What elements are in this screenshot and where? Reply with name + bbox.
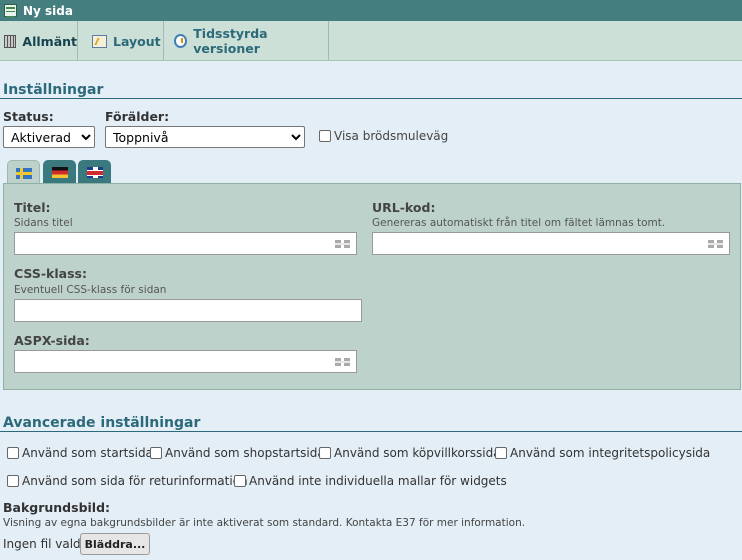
aspx-label: ASPX-sida: <box>14 333 90 348</box>
title-help: Sidans titel <box>14 217 73 229</box>
window-title: Ny sida <box>23 3 73 18</box>
checkbox-label: Använd som integritetspolicysida <box>510 446 711 460</box>
advanced-heading: Avancerade inställningar <box>3 415 201 431</box>
checkbox-label: Använd som köpvillkorssida <box>334 446 501 460</box>
page-icon <box>4 4 17 17</box>
tab-label: Allmänt <box>22 33 77 49</box>
startpage-checkbox[interactable]: Använd som startsida <box>7 446 153 460</box>
title-input[interactable] <box>14 232 357 255</box>
checkbox-label: Visa brödsmuleväg <box>334 129 449 143</box>
checkbox-box[interactable] <box>7 475 19 487</box>
checkbox-box[interactable] <box>234 475 246 487</box>
keyboard-icon[interactable] <box>335 358 350 366</box>
shop-startpage-checkbox[interactable]: Använd som shopstartsida <box>150 446 325 460</box>
lang-tab-german[interactable] <box>43 160 76 184</box>
css-help: Eventuell CSS-klass för sidan <box>14 284 167 296</box>
parent-select[interactable]: Toppnivå <box>105 126 305 148</box>
checkbox-label: Använd som sida för returinformation <box>22 474 248 488</box>
lang-tab-english[interactable] <box>78 160 111 184</box>
file-status: Ingen fil vald <box>3 537 81 551</box>
privacy-page-checkbox[interactable]: Använd som integritetspolicysida <box>495 446 710 460</box>
checkbox-box[interactable] <box>319 130 331 142</box>
returns-page-checkbox[interactable]: Använd som sida för returinformation <box>7 474 248 488</box>
keyboard-icon[interactable] <box>708 240 723 248</box>
title-label: Titel: <box>14 200 51 215</box>
url-input[interactable] <box>372 232 730 255</box>
terms-page-checkbox[interactable]: Använd som köpvillkorssida <box>319 446 501 460</box>
status-select[interactable]: Aktiverad <box>3 126 95 148</box>
checkbox-label: Använd inte individuella mallar för widg… <box>249 474 507 488</box>
checkbox-label: Använd som startsida <box>22 446 153 460</box>
layout-icon <box>92 34 107 48</box>
lang-tab-swedish[interactable] <box>7 160 40 185</box>
language-fields-panel: Titel: Sidans titel URL-kod: Genereras a… <box>3 183 741 390</box>
grid-icon <box>4 34 17 48</box>
checkbox-box[interactable] <box>7 447 19 459</box>
background-image-note: Visning av egna bakgrundsbilder är inte … <box>3 517 526 529</box>
parent-label: Förälder: <box>105 109 170 124</box>
widget-templates-checkbox[interactable]: Använd inte individuella mallar för widg… <box>234 474 507 488</box>
german-flag-icon <box>51 166 68 178</box>
settings-heading: Inställningar <box>3 82 104 98</box>
checkbox-label: Använd som shopstartsida <box>165 446 325 460</box>
tab-tidsstyrda-versioner[interactable]: Tidsstyrda versioner <box>164 21 329 61</box>
uk-flag-icon <box>86 166 103 178</box>
tab-label: Layout <box>113 33 161 49</box>
keyboard-icon[interactable] <box>335 240 350 248</box>
tab-label: Tidsstyrda versioner <box>193 26 268 56</box>
clock-icon <box>174 34 188 48</box>
settings-divider <box>0 98 742 99</box>
advanced-divider <box>0 431 742 432</box>
background-image-label: Bakgrundsbild: <box>3 500 111 515</box>
css-input[interactable] <box>14 299 362 322</box>
url-help: Genereras automatiskt från titel om fält… <box>372 217 666 229</box>
tab-bar: Allmänt Layout Tidsstyrda versioner <box>0 21 742 61</box>
window-titlebar: Ny sida <box>0 0 742 21</box>
css-label: CSS-klass: <box>14 266 87 281</box>
aspx-input[interactable] <box>14 350 357 373</box>
checkbox-box[interactable] <box>495 447 507 459</box>
tab-allmant[interactable]: Allmänt <box>0 21 78 61</box>
url-label: URL-kod: <box>372 200 436 215</box>
browse-button[interactable]: Bläddra... <box>80 533 150 555</box>
swedish-flag-icon <box>15 167 32 179</box>
checkbox-box[interactable] <box>150 447 162 459</box>
status-label: Status: <box>3 109 54 124</box>
checkbox-box[interactable] <box>319 447 331 459</box>
breadcrumb-checkbox[interactable]: Visa brödsmuleväg <box>319 129 448 143</box>
tab-layout[interactable]: Layout <box>78 21 164 61</box>
